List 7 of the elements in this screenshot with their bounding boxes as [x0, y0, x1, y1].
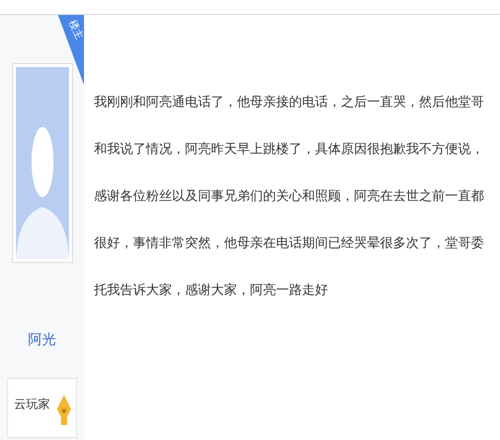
- post-content: 我刚刚和阿亮通电话了，他母亲接的电话，之后一直哭，然后他堂哥和我说了情况，阿亮昨天早上跳楼了，具体原因很抱歉我不方便说，感谢各位粉丝以及同事兄弟们的关心和照顾，阿亮在去世之前一直都很好，事情非常突然，他母亲在电话期间已经哭晕很多次了，堂哥委托我告诉大家，感谢大家，阿亮一路走好: [94, 93, 485, 299]
- author-name-link[interactable]: 阿光: [28, 329, 56, 350]
- pen-nib-icon: [56, 395, 72, 425]
- avatar-placeholder-icon: [16, 67, 68, 259]
- level-title: 云玩家: [14, 396, 50, 413]
- avatar-frame[interactable]: [12, 63, 72, 263]
- op-label: 楼主: [66, 18, 84, 42]
